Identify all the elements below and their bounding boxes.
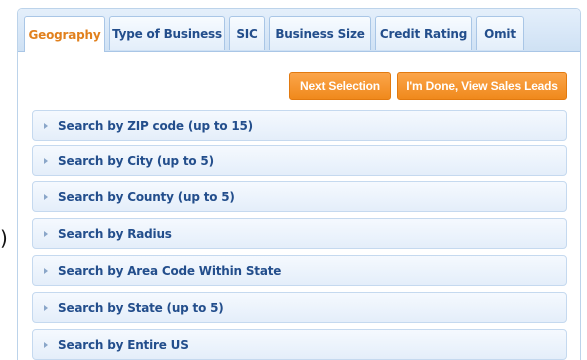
expand-arrow-icon: [44, 304, 48, 311]
tab-geography[interactable]: Geography: [24, 16, 105, 52]
expand-arrow-icon: [44, 267, 48, 274]
expand-arrow-icon: [44, 157, 48, 164]
section-zip-code[interactable]: Search by ZIP code (up to 15): [32, 110, 567, 141]
expand-arrow-icon: [44, 193, 48, 200]
done-view-leads-button[interactable]: I'm Done, View Sales Leads: [397, 72, 567, 100]
tab-type-of-business[interactable]: Type of Business: [109, 16, 225, 50]
section-label: Search by ZIP code (up to 15): [58, 118, 253, 133]
tab-business-size[interactable]: Business Size: [269, 16, 371, 50]
section-label: Search by Radius: [58, 226, 172, 241]
section-radius[interactable]: Search by Radius: [32, 218, 567, 249]
section-city[interactable]: Search by City (up to 5): [32, 145, 567, 176]
expand-arrow-icon: [44, 341, 48, 348]
tab-credit-rating[interactable]: Credit Rating: [375, 16, 472, 50]
section-state[interactable]: Search by State (up to 5): [32, 292, 567, 323]
next-selection-button[interactable]: Next Selection: [289, 72, 391, 100]
stray-paren: ): [0, 226, 8, 250]
expand-arrow-icon: [44, 230, 48, 237]
expand-arrow-icon: [44, 122, 48, 129]
section-area-code[interactable]: Search by Area Code Within State: [32, 255, 567, 286]
tab-sic[interactable]: SIC: [229, 16, 265, 50]
tab-bar: Geography Type of Business SIC Business …: [18, 9, 580, 52]
tab-omit[interactable]: Omit: [476, 16, 524, 50]
section-county[interactable]: Search by County (up to 5): [32, 181, 567, 212]
section-label: Search by County (up to 5): [58, 189, 235, 204]
section-label: Search by City (up to 5): [58, 153, 214, 168]
section-label: Search by State (up to 5): [58, 300, 224, 315]
section-label: Search by Area Code Within State: [58, 263, 282, 278]
section-label: Search by Entire US: [58, 337, 189, 352]
section-entire-us[interactable]: Search by Entire US: [32, 329, 567, 360]
